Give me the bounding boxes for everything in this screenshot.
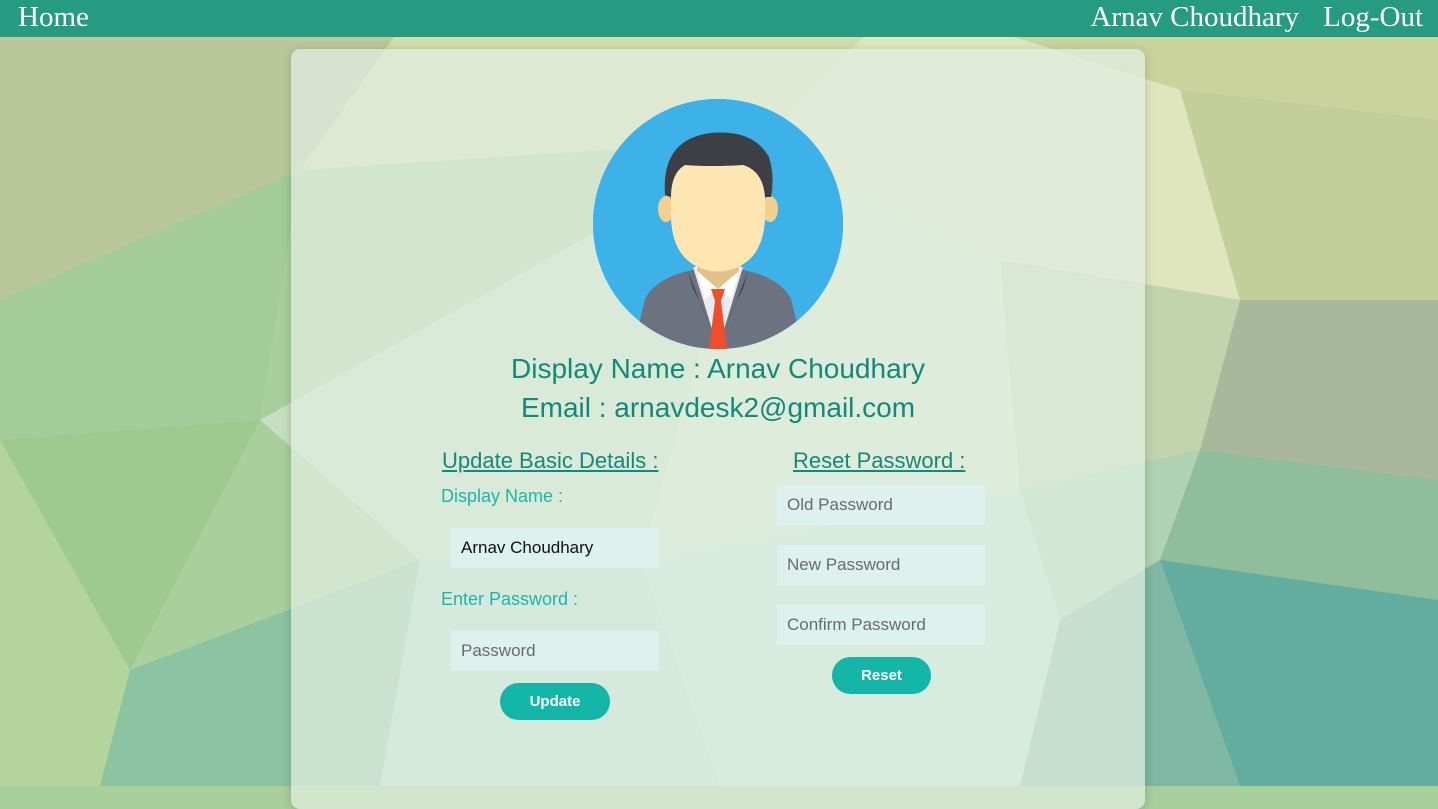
new-password-input[interactable] — [777, 545, 985, 585]
old-password-input[interactable] — [777, 485, 985, 525]
top-navbar: Home Arnav Choudhary Log-Out — [0, 0, 1438, 37]
update-button[interactable]: Update — [500, 683, 610, 720]
confirm-password-input[interactable] — [777, 605, 985, 645]
email-text: Email : arnavdesk2@gmail.com — [520, 392, 916, 423]
display-name-label: Display Name : — [441, 486, 564, 506]
nav-home-link[interactable]: Home — [18, 0, 89, 37]
display-name-input[interactable] — [451, 528, 659, 568]
update-password-input[interactable] — [451, 631, 659, 671]
profile-card: Display Name : Arnav Choudhary Email : a… — [291, 49, 1145, 809]
nav-logout-link[interactable]: Log-Out — [1323, 0, 1423, 37]
reset-password-heading: Reset Password : — [793, 448, 966, 473]
reset-button[interactable]: Reset — [832, 657, 931, 694]
enter-password-label: Enter Password : — [441, 589, 579, 609]
display-name-text: Display Name : Arnav Choudhary — [511, 353, 925, 384]
user-avatar-icon — [593, 99, 843, 349]
nav-user-name-link[interactable]: Arnav Choudhary — [1090, 0, 1299, 37]
update-details-heading: Update Basic Details : — [442, 448, 659, 473]
